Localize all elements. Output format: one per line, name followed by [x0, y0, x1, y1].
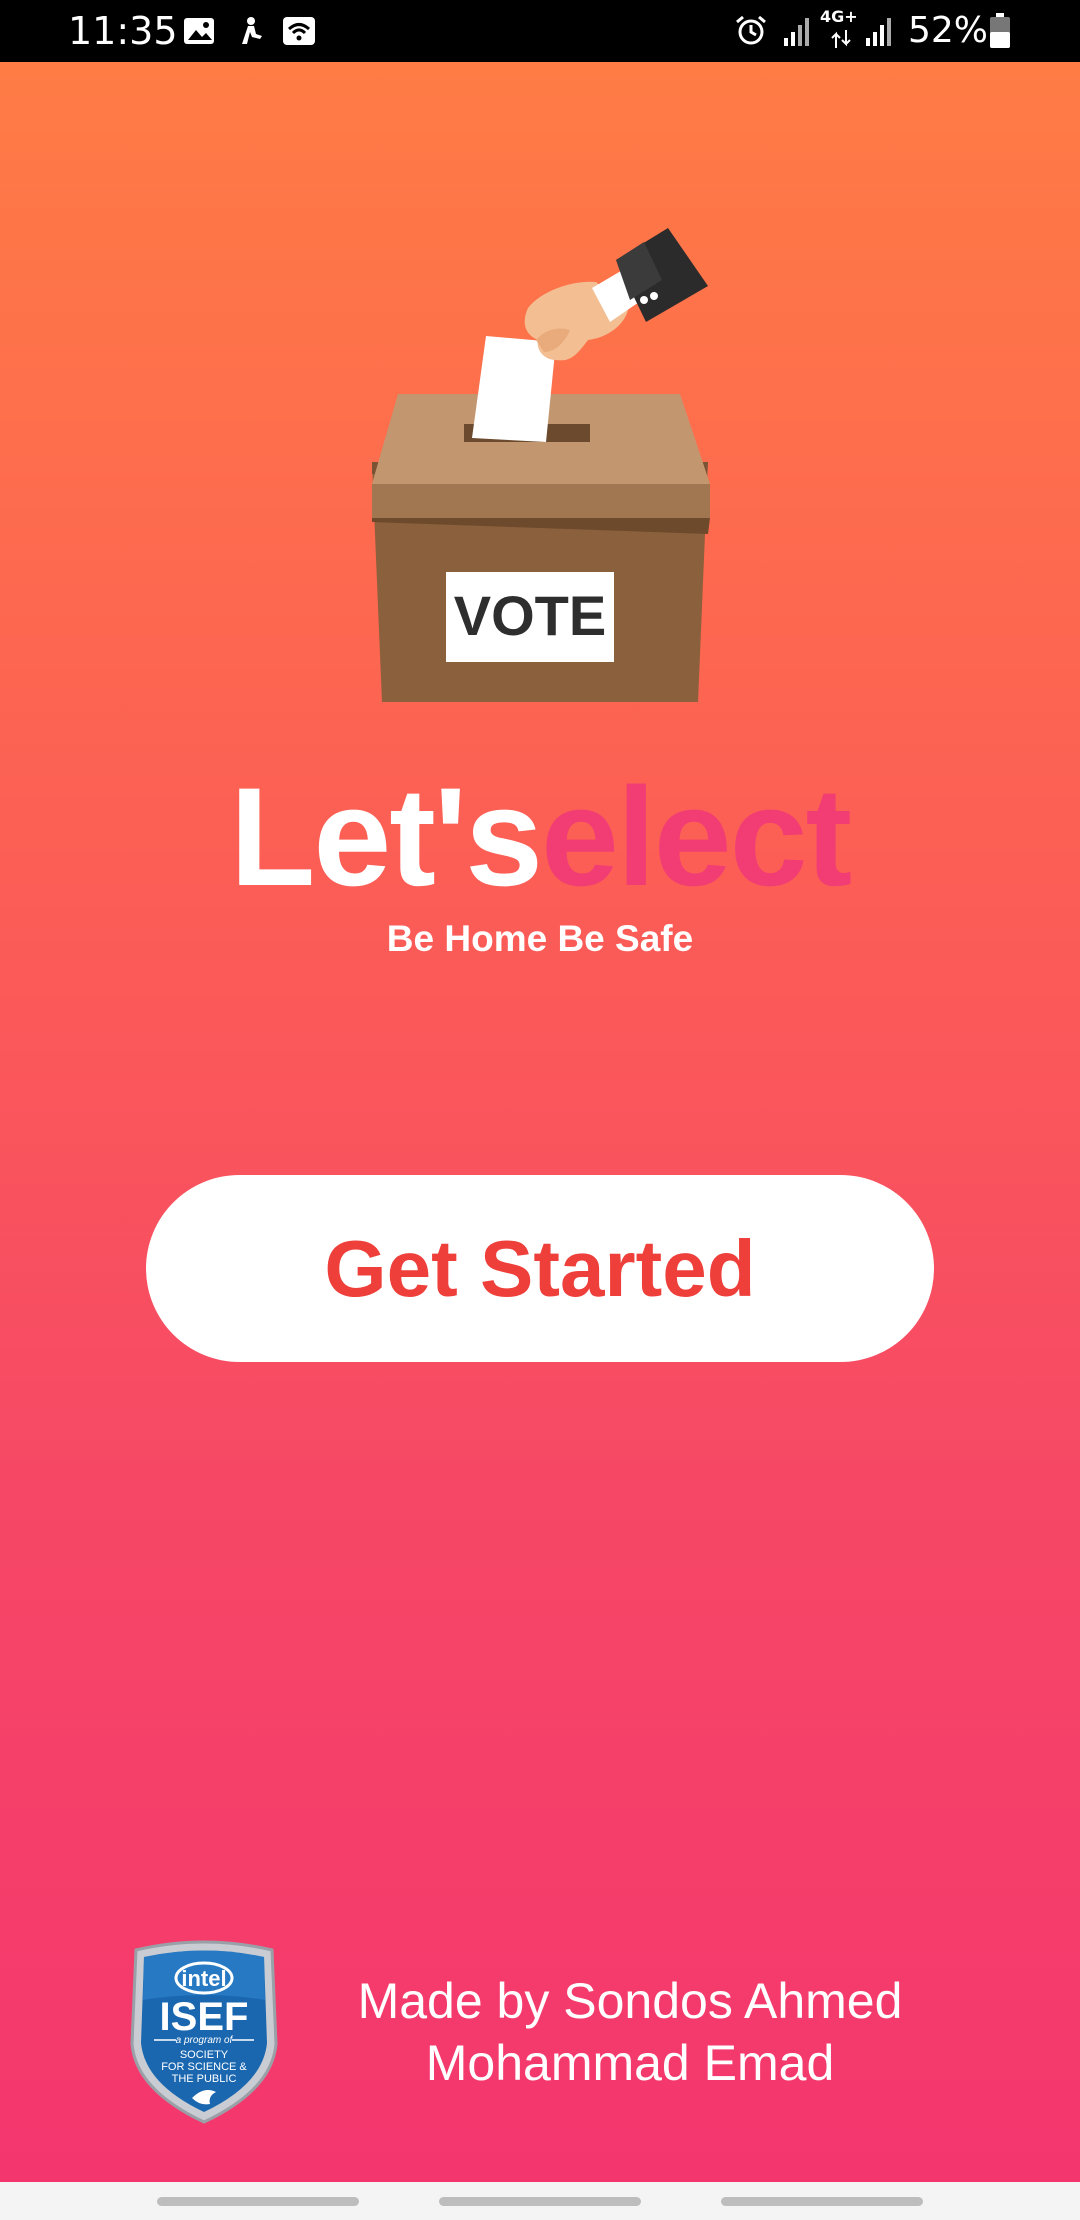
svg-text:FOR SCIENCE &: FOR SCIENCE & — [161, 2061, 247, 2073]
credit-line-1: Made by Sondos Ahmed — [357, 1973, 903, 2029]
app-title: Let'select — [0, 762, 1080, 912]
nav-back-button[interactable] — [721, 2197, 923, 2206]
status-time: 11:35 — [68, 9, 178, 53]
nav-recents-button[interactable] — [157, 2197, 359, 2206]
wifi-hotspot-icon — [283, 17, 315, 45]
splash-screen: VOTE Let'select Be Home Be Safe Get Star… — [0, 62, 1080, 2182]
app-tagline: Be Home Be Safe — [386, 918, 694, 959]
battery-percent: 52% — [908, 10, 989, 51]
isef-badge-logo: intel ISEF a program of SOCIETY FOR SCIE… — [130, 1940, 278, 2124]
status-bar: 11:35 4G+ 52% — [0, 0, 1080, 62]
svg-text:SOCIETY: SOCIETY — [180, 2049, 229, 2061]
svg-text:ISEF: ISEF — [160, 1995, 249, 2039]
vote-label-text: VOTE — [454, 584, 606, 647]
data-arrows-icon — [831, 30, 851, 48]
system-nav-bar — [0, 2182, 1080, 2220]
app-title-part1: Let's — [229, 758, 543, 915]
notification-icon — [242, 17, 262, 44]
svg-text:intel: intel — [181, 1966, 226, 1991]
alarm-icon — [736, 15, 766, 45]
nav-home-button[interactable] — [439, 2197, 641, 2206]
image-icon — [184, 18, 214, 44]
credits: Made by Sondos Ahmed Mohammad Emad — [320, 1970, 940, 2094]
svg-text:THE PUBLIC: THE PUBLIC — [172, 2073, 237, 2085]
app-title-part2: elect — [541, 758, 852, 915]
svg-text:a program of: a program of — [176, 2035, 234, 2046]
network-type: 4G+ — [820, 7, 858, 26]
battery-icon — [990, 13, 1010, 48]
signal-icon — [784, 18, 809, 46]
get-started-button[interactable]: Get Started — [146, 1175, 934, 1362]
signal-icon — [866, 18, 891, 46]
credit-line-2: Mohammad Emad — [425, 2035, 835, 2091]
ballot-box-illustration: VOTE — [372, 228, 710, 702]
